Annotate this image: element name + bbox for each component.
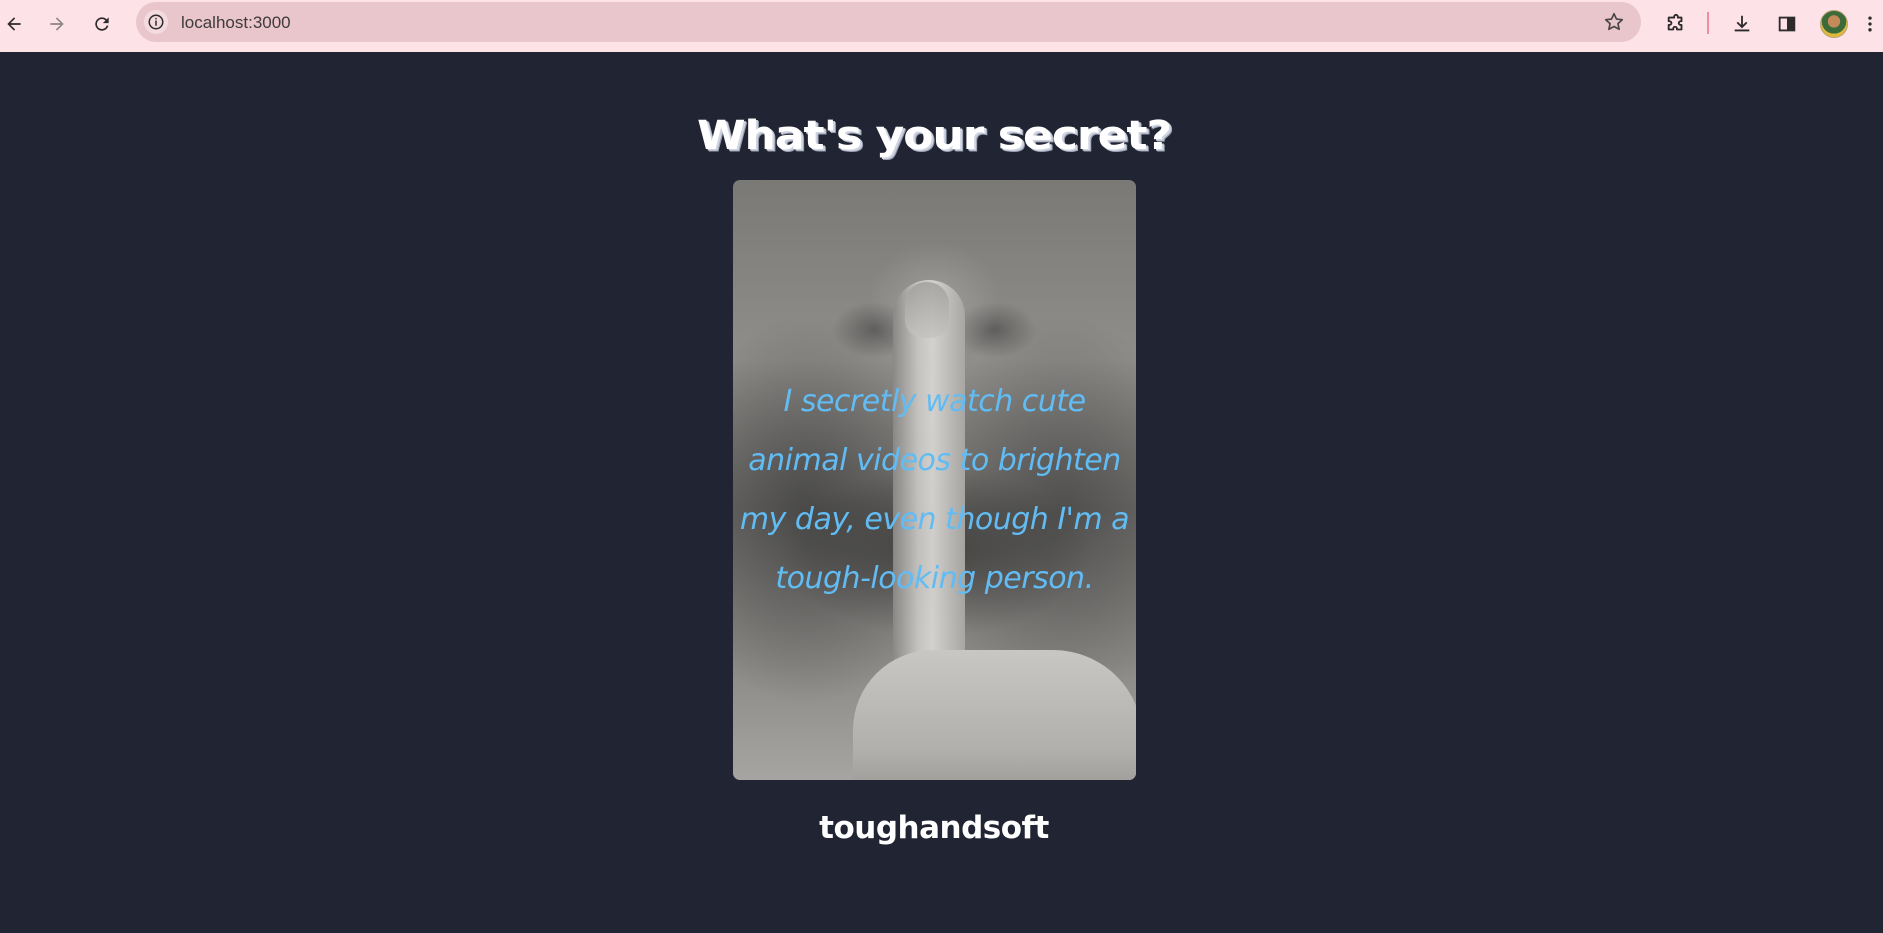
secret-text: I secretly watch cute animal videos to b…: [739, 384, 1130, 596]
forward-button[interactable]: [43, 10, 71, 38]
forward-arrow-icon: [50, 17, 64, 31]
more-menu-icon: [1868, 16, 1872, 32]
page-heading: What's your secret?: [696, 112, 1172, 159]
toolbar-divider: [1707, 12, 1709, 34]
more-menu-button[interactable]: [1860, 10, 1880, 38]
site-info-button[interactable]: [144, 10, 168, 34]
shush-photo-nail: [905, 282, 949, 338]
downloads-button[interactable]: [1728, 10, 1756, 38]
reload-icon: [95, 17, 109, 31]
address-bar[interactable]: localhost:3000: [136, 2, 1641, 42]
username: toughandsoft: [819, 810, 1049, 846]
reload-button[interactable]: [88, 10, 116, 38]
back-button[interactable]: [0, 10, 28, 38]
back-arrow-icon: [7, 17, 21, 31]
shush-photo-hand: [853, 650, 1136, 780]
bookmark-star-icon[interactable]: [1603, 11, 1625, 33]
profile-avatar[interactable]: [1820, 10, 1848, 38]
downloads-icon: [1734, 15, 1750, 32]
page-content: What's your secret? I secretly watch cut…: [0, 52, 1883, 933]
secret-card: I secretly watch cute animal videos to b…: [733, 180, 1136, 780]
extensions-icon: [1667, 13, 1683, 31]
side-panel-icon: [1778, 16, 1796, 32]
side-panel-button[interactable]: [1773, 10, 1801, 38]
extensions-button[interactable]: [1662, 10, 1690, 38]
browser-toolbar: localhost:3000: [0, 0, 1883, 52]
site-info-icon: [148, 14, 164, 30]
url-text[interactable]: localhost:3000: [181, 13, 291, 33]
